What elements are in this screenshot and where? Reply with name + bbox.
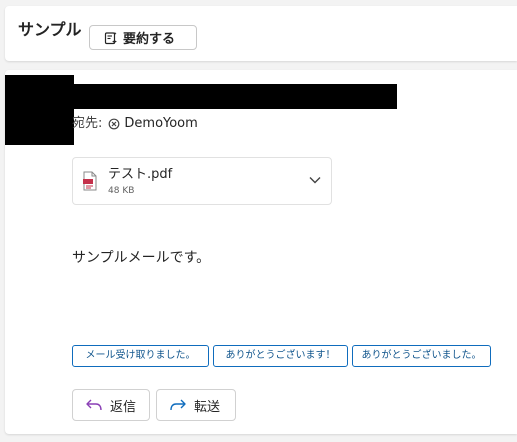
recipient-name: DemoYoom <box>124 116 198 131</box>
forward-arrow-icon <box>170 399 186 411</box>
summarize-label: 要約する <box>123 32 176 47</box>
quick-reply-button[interactable]: ありがとうございました。 <box>352 345 491 367</box>
subject-header: サンプル 要約する <box>5 6 517 61</box>
forward-button[interactable]: 転送 <box>156 389 236 421</box>
attachment-size: 48 KB <box>108 186 135 196</box>
to-label: 宛先: <box>72 116 103 131</box>
summarize-button[interactable]: 要約する <box>89 25 197 50</box>
recipient-chip[interactable]: DemoYoom <box>108 115 198 133</box>
subject-title: サンプル <box>18 20 82 39</box>
quick-reply-button[interactable]: ありがとうございます！ <box>213 345 348 367</box>
message-body: サンプルメールです。 <box>72 250 211 266</box>
redacted-sender <box>71 84 397 109</box>
attachment-card[interactable]: テスト.pdf 48 KB <box>72 157 332 205</box>
pdf-file-icon <box>83 171 97 191</box>
to-line: 宛先: DemoYoom <box>72 115 198 133</box>
reply-arrow-icon <box>86 399 102 411</box>
blocked-contact-icon <box>108 118 120 130</box>
action-row: 返信 転送 <box>72 389 242 421</box>
reply-button[interactable]: 返信 <box>72 389 150 421</box>
forward-label: 転送 <box>194 399 221 415</box>
redacted-avatar <box>5 75 74 145</box>
quick-reply-button[interactable]: メール受け取りました。 <box>72 345 209 367</box>
summarize-icon <box>104 31 117 44</box>
attachment-name: テスト.pdf <box>108 167 173 182</box>
chevron-down-icon[interactable] <box>308 175 322 185</box>
message-card: 宛先: DemoYoom テスト.pdf 48 KB サンプルメールです。 メー… <box>5 70 517 434</box>
quick-replies: メール受け取りました。 ありがとうございます！ ありがとうございました。 <box>72 345 495 367</box>
reply-label: 返信 <box>110 399 137 415</box>
